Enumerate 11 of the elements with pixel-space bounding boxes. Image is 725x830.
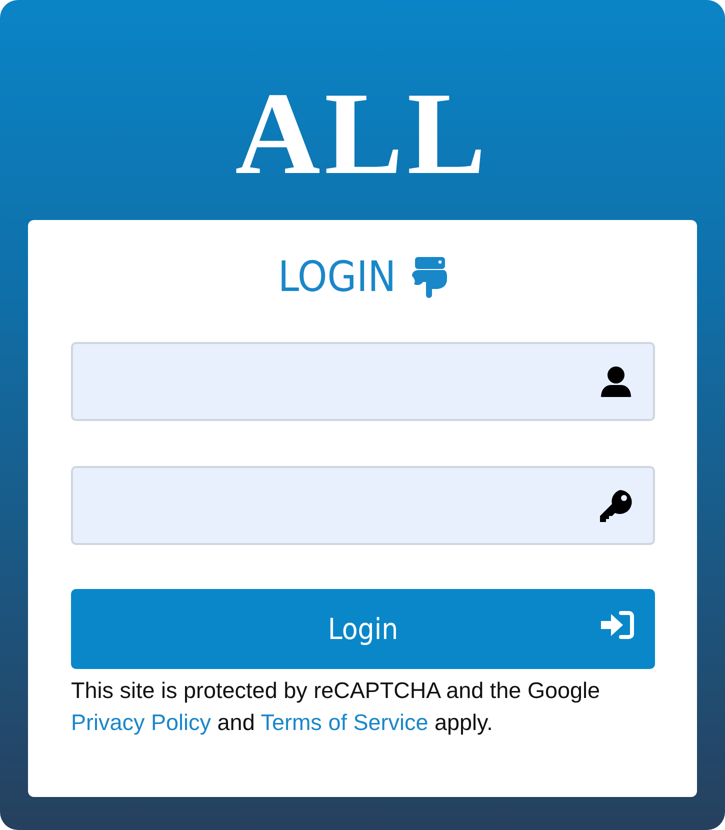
key-icon bbox=[599, 488, 633, 522]
login-heading: LOGIN bbox=[278, 256, 396, 298]
notice-link[interactable]: Terms of Service bbox=[260, 710, 428, 735]
notice-link[interactable]: Privacy Policy bbox=[71, 710, 212, 735]
recaptcha-notice: This site is protected by reCAPTCHA and the Google Privacy Policy and Terms of Service apply. bbox=[71, 677, 602, 737]
logo: ALL bbox=[235, 67, 490, 201]
sign-in-icon bbox=[599, 610, 635, 640]
input-field[interactable] bbox=[71, 342, 655, 421]
user-icon bbox=[599, 364, 633, 398]
login-button[interactable]: Login bbox=[71, 589, 655, 669]
input-field[interactable] bbox=[71, 466, 655, 545]
